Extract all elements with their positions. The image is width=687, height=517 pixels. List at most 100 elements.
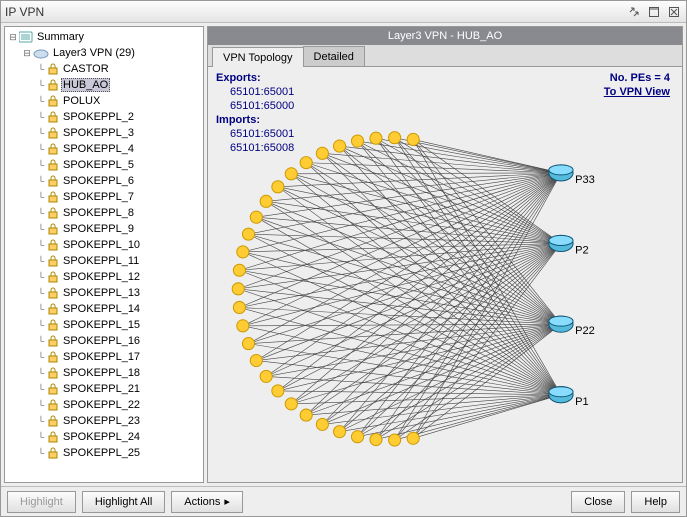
spoke-node[interactable] <box>272 385 284 397</box>
spoke-node[interactable] <box>334 140 346 152</box>
tree-label: SPOKEPPL_10 <box>61 239 142 251</box>
actions-button[interactable]: Actions ▸ <box>171 491 243 513</box>
pe-label: P33 <box>575 174 595 186</box>
tree-label: POLUX <box>61 95 102 107</box>
main-panel: Layer3 VPN - HUB_AO VPN Topology Detaile… <box>207 26 683 483</box>
tree-item[interactable]: └SPOKEPPL_22 <box>7 397 201 413</box>
maximize-icon[interactable] <box>646 4 662 20</box>
collapse-icon[interactable]: ⊟ <box>21 49 33 58</box>
tree-item[interactable]: └SPOKEPPL_10 <box>7 237 201 253</box>
lock-icon <box>47 79 59 91</box>
tree-item[interactable]: └SPOKEPPL_11 <box>7 253 201 269</box>
tree-panel[interactable]: ⊟Summary⊟Layer3 VPN (29)└CASTOR└HUB_AO└P… <box>4 26 204 483</box>
spoke-node[interactable] <box>300 157 312 169</box>
spoke-node[interactable] <box>237 320 249 332</box>
leaf-icon: └ <box>35 129 47 138</box>
tree-label: SPOKEPPL_25 <box>61 447 142 459</box>
tree-item[interactable]: └ SPOKEPPL_16 <box>7 333 201 349</box>
close-button[interactable]: Close <box>571 491 625 513</box>
pe-node[interactable]: P22 <box>549 316 595 337</box>
lock-icon <box>47 63 59 75</box>
spoke-node[interactable] <box>389 132 401 144</box>
spoke-node[interactable] <box>351 135 363 147</box>
tree-label: SPOKEPPL_16 <box>61 335 142 347</box>
spoke-node[interactable] <box>300 409 312 421</box>
spoke-node[interactable] <box>334 426 346 438</box>
spoke-node[interactable] <box>233 264 245 276</box>
spoke-node[interactable] <box>260 195 272 207</box>
tree-label: SPOKEPPL_5 <box>61 159 136 171</box>
lock-icon <box>47 111 59 123</box>
leaf-icon: └ <box>35 337 47 346</box>
tree-item[interactable]: └ SPOKEPPL_3 <box>7 125 201 141</box>
tree-item[interactable]: └SPOKEPPL_5 <box>7 157 201 173</box>
pe-label: P22 <box>575 325 595 337</box>
tree-label: SPOKEPPL_14 <box>61 303 142 315</box>
tab-topology[interactable]: VPN Topology <box>212 47 304 67</box>
highlight-all-button[interactable]: Highlight All <box>82 491 165 513</box>
spoke-node[interactable] <box>316 147 328 159</box>
spoke-node[interactable] <box>233 301 245 313</box>
pe-node[interactable]: P1 <box>549 387 589 408</box>
tree-label: SPOKEPPL_24 <box>61 431 142 443</box>
leaf-icon: └ <box>35 417 47 426</box>
pe-node[interactable]: P2 <box>549 235 589 256</box>
spoke-node[interactable] <box>407 432 419 444</box>
close-icon[interactable] <box>666 4 682 20</box>
tree-item[interactable]: └SPOKEPPL_2 <box>7 109 201 125</box>
lock-icon <box>47 223 59 235</box>
tree-item[interactable]: └SPOKEPPL_21 <box>7 381 201 397</box>
tree-item[interactable]: └HUB_AO <box>7 77 201 93</box>
tree-item[interactable]: └SPOKEPPL_6 <box>7 173 201 189</box>
spoke-node[interactable] <box>351 431 363 443</box>
spoke-node[interactable] <box>242 228 254 240</box>
detach-icon[interactable] <box>626 4 642 20</box>
tree-item[interactable]: └SPOKEPPL_23 <box>7 413 201 429</box>
tree-item[interactable]: └SPOKEPPL_9 <box>7 221 201 237</box>
tree-item[interactable]: └SPOKEPPL_4 <box>7 141 201 157</box>
lock-icon <box>47 415 59 427</box>
tree-item[interactable]: └SPOKEPPL_18 <box>7 365 201 381</box>
spoke-node[interactable] <box>316 418 328 430</box>
tree-label: SPOKEPPL_3 <box>61 127 136 139</box>
leaf-icon: └ <box>35 177 47 186</box>
tree-item[interactable]: └SPOKEPPL_14 <box>7 301 201 317</box>
tree-item[interactable]: └SPOKEPPL_24 <box>7 429 201 445</box>
tree-group[interactable]: ⊟Layer3 VPN (29) <box>7 45 201 61</box>
tree-item[interactable]: └SPOKEPPL_15 <box>7 317 201 333</box>
highlight-button[interactable]: Highlight <box>7 491 76 513</box>
lock-icon <box>47 335 59 347</box>
tree-item[interactable]: └SPOKEPPL_7 <box>7 189 201 205</box>
spoke-node[interactable] <box>237 246 249 258</box>
tree-label: HUB_AO <box>61 78 110 92</box>
spoke-node[interactable] <box>242 338 254 350</box>
spoke-node[interactable] <box>272 181 284 193</box>
tree-item[interactable]: └SPOKEPPL_25 <box>7 445 201 461</box>
lock-icon <box>47 319 59 331</box>
tree-item[interactable]: └ POLUX <box>7 93 201 109</box>
spoke-node[interactable] <box>250 354 262 366</box>
spoke-node[interactable] <box>260 370 272 382</box>
spoke-node[interactable] <box>370 132 382 144</box>
tree-root[interactable]: ⊟Summary <box>7 29 201 45</box>
spoke-node[interactable] <box>285 398 297 410</box>
collapse-icon[interactable]: ⊟ <box>7 33 19 42</box>
footer: Highlight Highlight All Actions ▸ Close … <box>1 486 686 516</box>
leaf-icon: └ <box>35 257 47 266</box>
help-button[interactable]: Help <box>631 491 680 513</box>
window: IP VPN ⊟Summary⊟Layer3 VPN (29)└CASTOR└H… <box>0 0 687 517</box>
spoke-node[interactable] <box>370 433 382 445</box>
tree-item[interactable]: └CASTOR <box>7 61 201 77</box>
tree-item[interactable]: └SPOKEPPL_13 <box>7 285 201 301</box>
spoke-node[interactable] <box>232 283 244 295</box>
lock-icon <box>47 207 59 219</box>
spoke-node[interactable] <box>250 211 262 223</box>
tab-detailed[interactable]: Detailed <box>303 46 365 66</box>
spoke-node[interactable] <box>389 434 401 446</box>
leaf-icon: └ <box>35 97 47 106</box>
spoke-node[interactable] <box>407 133 419 145</box>
tree-item[interactable]: └SPOKEPPL_17 <box>7 349 201 365</box>
tree-item[interactable]: └SPOKEPPL_12 <box>7 269 201 285</box>
spoke-node[interactable] <box>285 168 297 180</box>
tree-item[interactable]: └SPOKEPPL_8 <box>7 205 201 221</box>
